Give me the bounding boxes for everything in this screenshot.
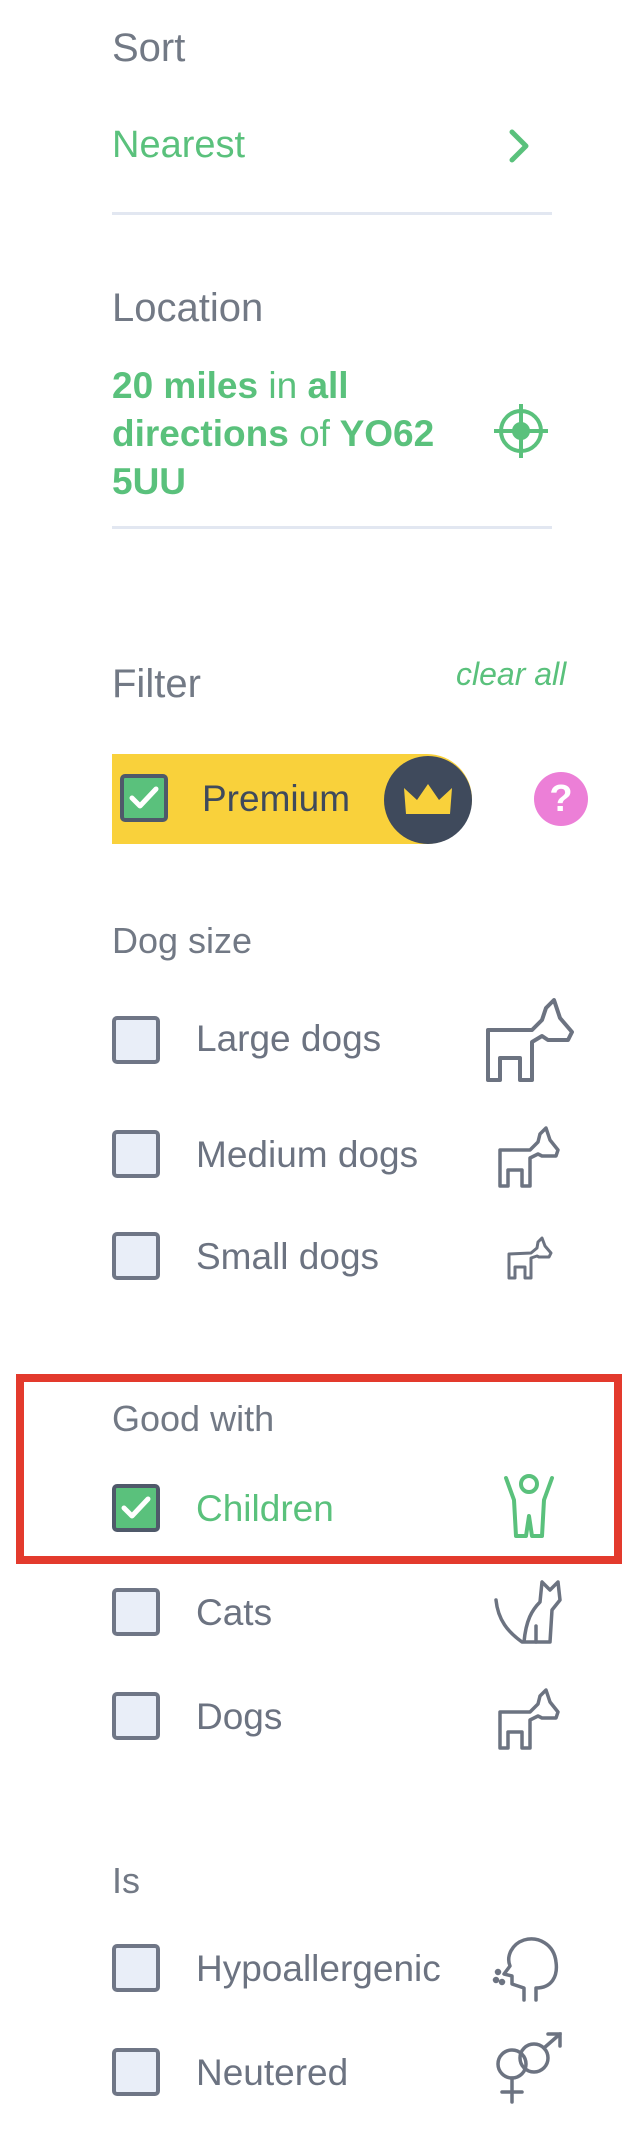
children-label[interactable]: Children xyxy=(196,1488,334,1530)
clear-all-link[interactable]: clear all xyxy=(456,656,566,693)
large-dogs-label[interactable]: Large dogs xyxy=(196,1018,381,1060)
children-checkbox[interactable] xyxy=(112,1484,160,1532)
location-all: all xyxy=(307,365,349,406)
divider xyxy=(112,526,552,529)
gender-icon xyxy=(490,2030,566,2111)
small-dogs-label[interactable]: Small dogs xyxy=(196,1236,379,1278)
location-postcode-1: YO62 xyxy=(339,413,435,454)
hypoallergenic-label[interactable]: Hypoallergenic xyxy=(196,1948,441,1990)
location-postcode-2: 5UU xyxy=(112,461,187,502)
cats-checkbox[interactable] xyxy=(112,1588,160,1636)
filter-title: Filter xyxy=(112,662,201,706)
neutered-label[interactable]: Neutered xyxy=(196,2052,348,2094)
location-title: Location xyxy=(112,286,264,330)
small-dogs-checkbox[interactable] xyxy=(112,1232,160,1280)
location-value[interactable]: 20 miles in all directions of YO62 5UU xyxy=(112,362,492,506)
chevron-right-icon[interactable] xyxy=(506,128,534,169)
premium-label: Premium xyxy=(202,778,351,819)
help-icon[interactable]: ? xyxy=(534,772,588,826)
good-with-title: Good with xyxy=(112,1398,275,1439)
is-title: Is xyxy=(112,1860,141,1901)
divider xyxy=(112,212,552,215)
premium-checkbox[interactable] xyxy=(120,774,168,822)
dogs-checkbox[interactable] xyxy=(112,1692,160,1740)
location-directions: directions xyxy=(112,413,289,454)
location-distance: 20 miles xyxy=(112,365,259,406)
compass-target-icon[interactable] xyxy=(492,402,550,465)
dog-icon xyxy=(496,1688,562,1755)
dog-size-title: Dog size xyxy=(112,920,253,961)
sort-title: Sort xyxy=(112,26,186,70)
cats-label[interactable]: Cats xyxy=(196,1592,272,1634)
large-dogs-checkbox[interactable] xyxy=(112,1016,160,1064)
neutered-checkbox[interactable] xyxy=(112,2048,160,2096)
small-dog-icon xyxy=(506,1236,554,1285)
crown-icon xyxy=(384,756,472,844)
sort-value[interactable]: Nearest xyxy=(112,124,245,167)
location-of: of xyxy=(299,413,330,454)
hypoallergenic-checkbox[interactable] xyxy=(112,1944,160,1992)
cat-icon xyxy=(492,1576,564,1651)
dogs-label[interactable]: Dogs xyxy=(196,1696,282,1738)
medium-dogs-label[interactable]: Medium dogs xyxy=(196,1134,418,1176)
medium-dogs-checkbox[interactable] xyxy=(112,1130,160,1178)
location-in: in xyxy=(268,365,298,406)
child-icon xyxy=(500,1472,558,1545)
medium-dog-icon xyxy=(496,1126,562,1193)
large-dog-icon xyxy=(484,996,576,1087)
sneezing-head-icon xyxy=(492,1932,564,2007)
